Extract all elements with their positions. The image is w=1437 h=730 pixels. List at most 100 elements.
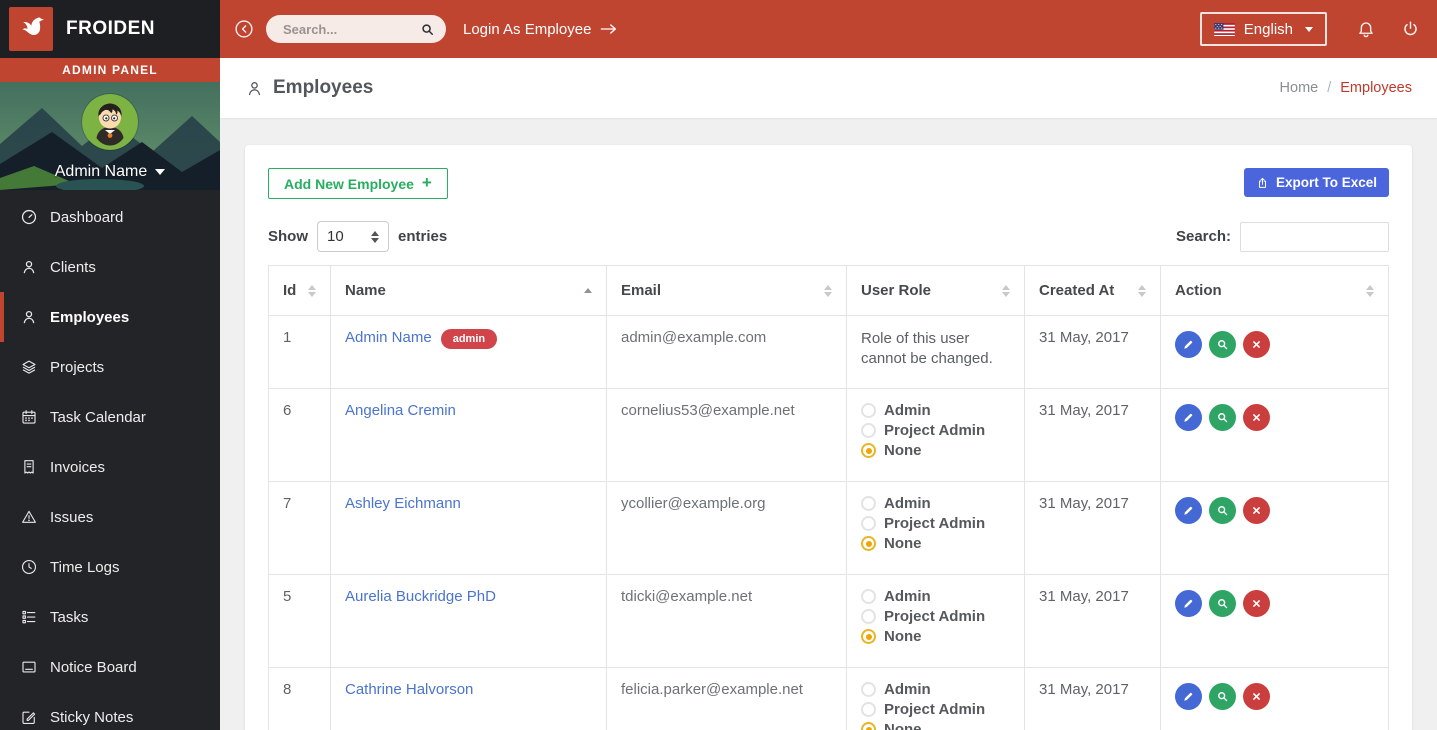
sidebar-item-sticky-notes[interactable]: Sticky Notes [0,692,220,730]
topbar: Login As Employee [220,0,1437,58]
admin-badge: admin [441,329,497,349]
employee-name-link[interactable]: Admin Name [345,329,432,346]
notifications-button[interactable] [1356,19,1376,40]
person-icon [245,79,264,98]
employee-name-link[interactable]: Cathrine Halvorson [345,681,473,698]
column-header-user-role[interactable]: User Role [847,266,1025,316]
cell-email: cornelius53@example.net [607,389,847,482]
sort-icon [824,285,832,297]
add-new-employee-button[interactable]: Add New Employee + [268,168,448,199]
role-radio-none[interactable]: None [861,721,1010,730]
view-button[interactable] [1209,590,1236,617]
delete-button[interactable] [1243,590,1270,617]
sidebar-item-projects[interactable]: Projects [0,342,220,392]
sidebar-item-notice-board[interactable]: Notice Board [0,642,220,692]
cell-name: Angelina Cremin [331,389,607,482]
table-body: 1Admin Nameadminadmin@example.comRole of… [269,316,1389,730]
sidebar-item-issues[interactable]: Issues [0,492,220,542]
user-avatar[interactable] [82,94,138,150]
role-radio-none[interactable]: None [861,628,1010,645]
export-to-excel-button[interactable]: Export To Excel [1244,168,1389,197]
employee-name-link[interactable]: Angelina Cremin [345,402,456,419]
sidebar-item-dashboard[interactable]: Dashboard [0,192,220,242]
column-header-created-at[interactable]: Created At [1025,266,1161,316]
view-button[interactable] [1209,404,1236,431]
radio-unselected-icon[interactable] [861,516,876,531]
x-icon [1250,690,1263,703]
role-radio-admin[interactable]: Admin [861,402,1010,419]
delete-button[interactable] [1243,683,1270,710]
sidebar: FROIDEN ADMIN PANEL [0,0,220,730]
radio-selected-icon[interactable] [861,629,876,644]
table-search-input[interactable] [1240,222,1389,252]
role-radio-project-admin[interactable]: Project Admin [861,515,1010,532]
delete-button[interactable] [1243,404,1270,431]
delete-button[interactable] [1243,331,1270,358]
edit-button[interactable] [1175,331,1202,358]
sidebar-item-tasks[interactable]: Tasks [0,592,220,642]
caret-down-icon [155,169,165,175]
language-selector[interactable]: English [1200,12,1327,46]
card-toolbar: Add New Employee + Export To Excel [268,168,1389,199]
sidebar-item-employees[interactable]: Employees [0,292,220,342]
employee-name-link[interactable]: Ashley Eichmann [345,495,461,512]
login-as-employee-link[interactable]: Login As Employee [463,21,618,38]
radio-unselected-icon[interactable] [861,702,876,717]
employee-name-link[interactable]: Aurelia Buckridge PhD [345,588,496,605]
entries-select[interactable]: 10 [317,221,389,252]
radio-unselected-icon[interactable] [861,403,876,418]
sidebar-item-task-calendar[interactable]: Task Calendar [0,392,220,442]
cell-action [1161,575,1389,668]
delete-button[interactable] [1243,497,1270,524]
search-icon[interactable] [420,22,435,37]
role-radio-project-admin[interactable]: Project Admin [861,422,1010,439]
magnifier-icon [1216,690,1229,703]
user-menu[interactable]: Admin Name [0,163,220,181]
radio-selected-icon[interactable] [861,722,876,730]
view-button[interactable] [1209,683,1236,710]
view-button[interactable] [1209,497,1236,524]
x-icon [1250,597,1263,610]
show-label: Show [268,228,308,245]
edit-button[interactable] [1175,404,1202,431]
column-header-name[interactable]: Name [331,266,607,316]
cell-id: 1 [269,316,331,389]
column-header-id[interactable]: Id [269,266,331,316]
radio-selected-icon[interactable] [861,536,876,551]
radio-selected-icon[interactable] [861,443,876,458]
role-radio-none[interactable]: None [861,535,1010,552]
edit-button[interactable] [1175,683,1202,710]
edit-button[interactable] [1175,590,1202,617]
radio-unselected-icon[interactable] [861,589,876,604]
breadcrumb-home[interactable]: Home [1280,80,1319,96]
login-as-label: Login As Employee [463,21,591,38]
clients-icon [19,258,39,276]
role-radio-project-admin[interactable]: Project Admin [861,608,1010,625]
sidebar-item-time-logs[interactable]: Time Logs [0,542,220,592]
time-logs-icon [19,558,39,576]
column-header-email[interactable]: Email [607,266,847,316]
view-button[interactable] [1209,331,1236,358]
sidebar-item-invoices[interactable]: Invoices [0,442,220,492]
role-radio-none[interactable]: None [861,442,1010,459]
search-input[interactable] [283,22,420,37]
column-header-action[interactable]: Action [1161,266,1389,316]
sidebar-item-clients[interactable]: Clients [0,242,220,292]
table-row: 8Cathrine Halvorsonfelicia.parker@exampl… [269,668,1389,730]
radio-unselected-icon[interactable] [861,496,876,511]
user-name-label: Admin Name [55,163,147,181]
edit-button[interactable] [1175,497,1202,524]
role-radio-admin[interactable]: Admin [861,588,1010,605]
logo-bar[interactable]: FROIDEN [0,0,220,58]
role-radio-admin[interactable]: Admin [861,495,1010,512]
collapse-sidebar-icon[interactable] [233,18,255,40]
radio-unselected-icon[interactable] [861,423,876,438]
employees-table: IdNameEmailUser RoleCreated AtAction 1 Ad… [268,265,1389,730]
radio-unselected-icon[interactable] [861,609,876,624]
cell-email: admin@example.com [607,316,847,389]
radio-unselected-icon[interactable] [861,682,876,697]
logout-button[interactable] [1401,19,1420,39]
sort-icon [1366,285,1374,297]
role-radio-admin[interactable]: Admin [861,681,1010,698]
role-radio-project-admin[interactable]: Project Admin [861,701,1010,718]
